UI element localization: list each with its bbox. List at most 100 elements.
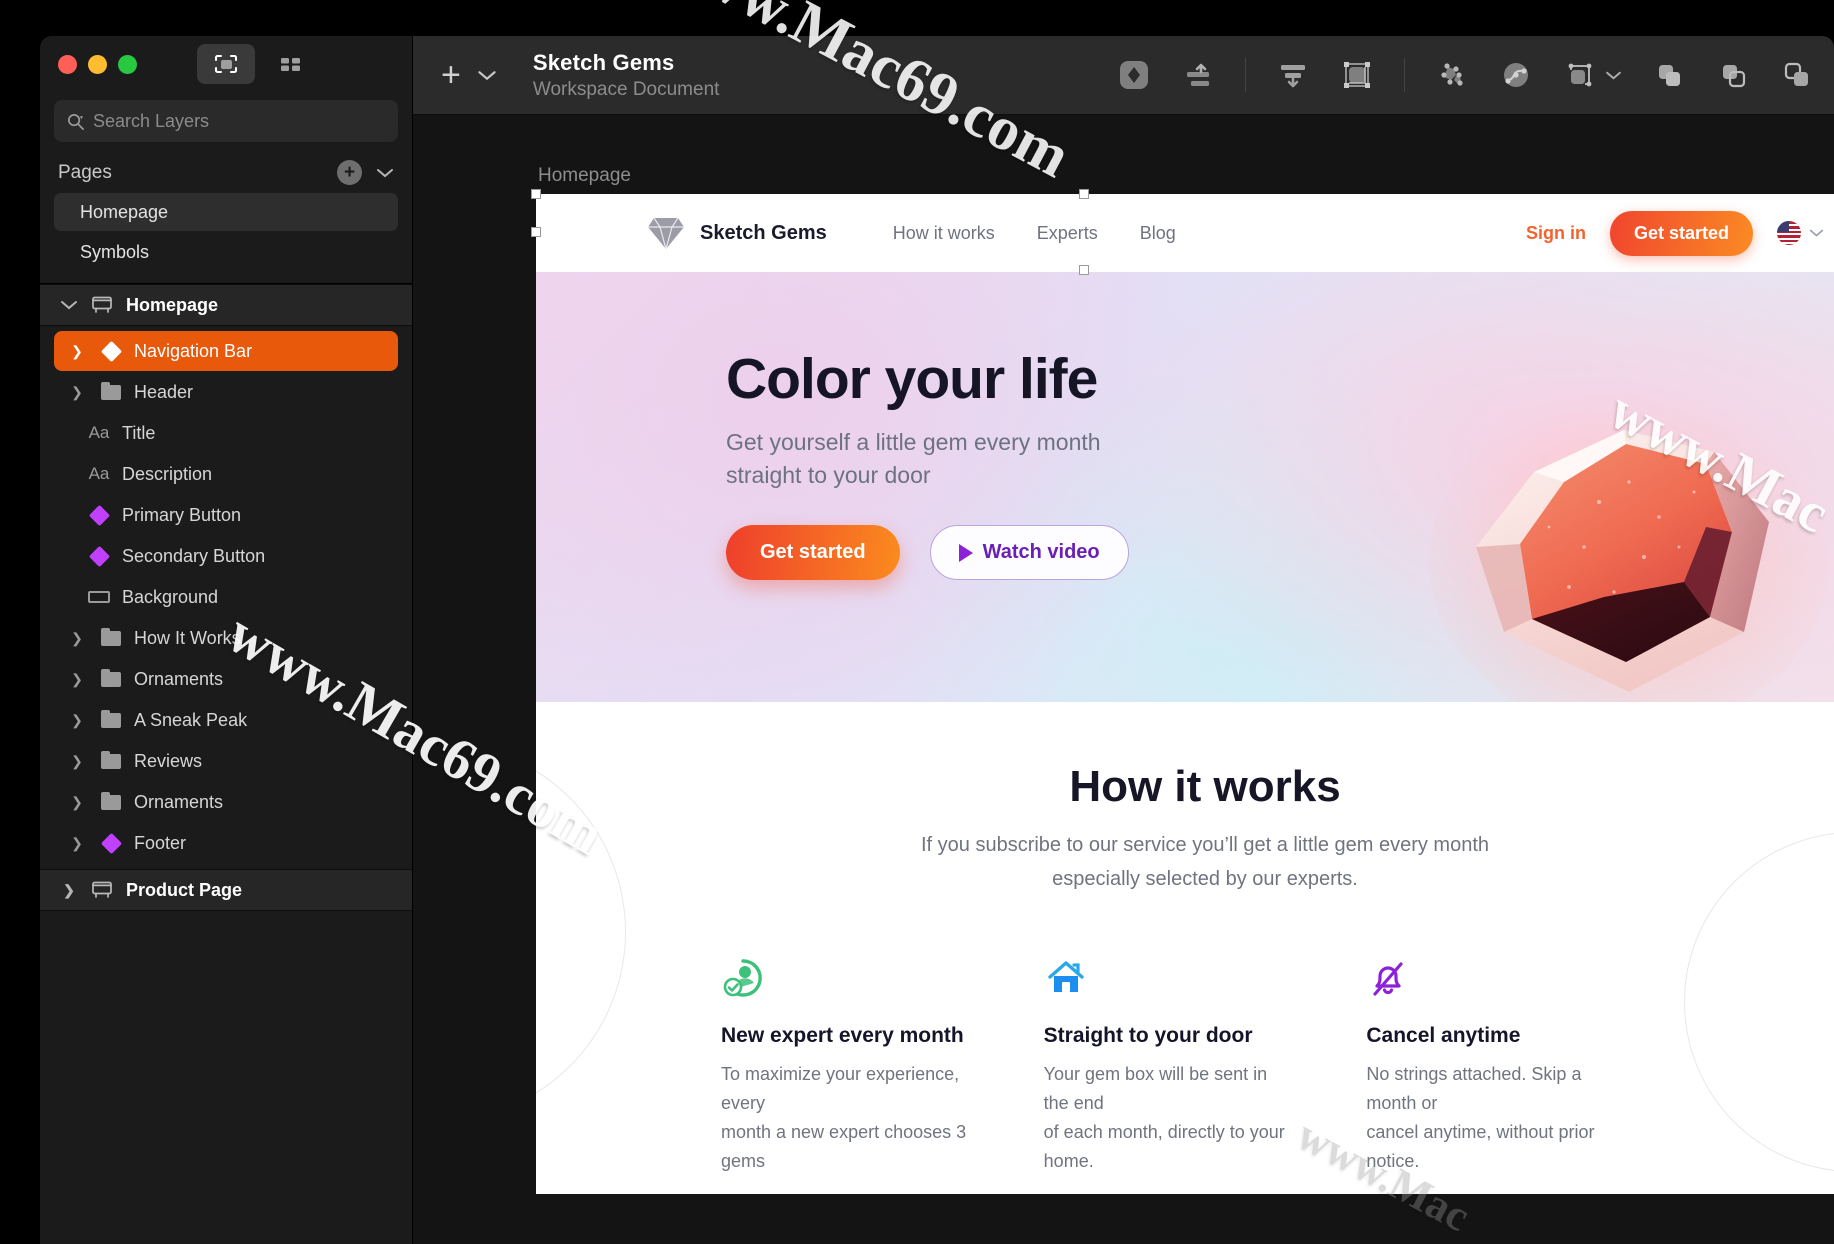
add-page-button[interactable]: + [337,160,362,185]
zoom-button-icon[interactable] [118,54,137,74]
layer-row-homepage-artboard[interactable]: Homepage [40,284,412,326]
folder-icon [98,750,124,769]
symbol-icon[interactable] [1117,58,1151,92]
selection-handle-top-left[interactable] [531,189,541,199]
layer-row-secondary-button[interactable]: Secondary Button [54,536,398,576]
watch-video-label: Watch video [982,541,1100,564]
close-button-icon[interactable] [58,54,77,74]
hero-buttons: Get started Watch video [726,525,1129,581]
nav-link-blog[interactable]: Blog [1140,223,1176,244]
union-icon[interactable] [1652,58,1686,92]
layer-row-reviews[interactable]: ❯ Reviews [54,741,398,781]
chevron-right-icon[interactable]: ❯ [66,835,88,852]
selection-handle-bottom-center[interactable] [1079,265,1089,275]
distribute-vertical-icon[interactable] [1276,58,1310,92]
chevron-right-icon[interactable]: ❯ [66,712,88,729]
chevron-down-icon[interactable] [477,69,497,82]
scale-icon[interactable] [1340,58,1374,92]
shape-icon[interactable] [1563,58,1622,92]
artboard-name-label[interactable]: Homepage [538,165,631,187]
artboard-homepage[interactable]: Sketch Gems How it works Experts Blog Si… [536,194,1834,1194]
layer-name: Product Page [126,879,243,900]
layer-row-a-sneak-peak[interactable]: ❯ A Sneak Peak [54,700,398,740]
layer-row-ornaments-2[interactable]: ❯ Ornaments [54,782,398,822]
selection-handle-mid-left[interactable] [531,227,541,237]
get-started-button[interactable]: Get started [1609,210,1753,256]
feature-body-line2: month a new expert chooses 3 gems [721,1122,967,1172]
us-flag-icon [1777,221,1801,245]
add-button[interactable]: + [441,58,461,92]
layer-row-header[interactable]: ❯ Header [54,372,398,412]
subtract-icon[interactable] [1716,58,1750,92]
page-item-label: Symbols [80,241,150,262]
traffic-lights[interactable] [58,54,137,74]
chevron-right-icon[interactable]: ❯ [66,671,88,688]
feature-list: New expert every month To maximize your … [536,896,1834,1177]
layer-row-footer[interactable]: ❯ Footer [54,823,398,863]
feature-title: New expert every month [721,1024,964,1047]
layer-row-product-page-artboard[interactable]: ❯ Product Page [40,869,412,911]
canvas-view-toggle[interactable] [197,44,255,84]
locale-selector[interactable] [1777,221,1824,245]
chevron-down-icon[interactable] [376,167,394,179]
page-item-homepage[interactable]: Homepage [54,193,398,231]
site-nav-actions: Sign in Get started [1526,210,1824,256]
layer-row-how-it-works[interactable]: ❯ How It Works [54,618,398,658]
chevron-down-icon[interactable]: ❯ [66,384,88,401]
flatten-icon[interactable] [1435,58,1469,92]
hero-watch-video-button[interactable]: Watch video [929,525,1129,581]
layer-list: ❯ Navigation Bar ❯ Header Aa Title Aa De… [40,326,412,863]
layer-name: How It Works [134,627,241,648]
site-nav-links: How it works Experts Blog [893,223,1176,244]
layer-row-background[interactable]: Background [54,577,398,617]
gem-logo-icon [648,217,684,250]
chevron-down-icon[interactable] [60,299,78,311]
selection-handle-top-center[interactable] [1079,189,1089,199]
feature-body-line1: Your gem box will be sent in the end [1043,1064,1268,1114]
sign-in-link[interactable]: Sign in [1526,223,1586,244]
view-toggle-group[interactable] [197,44,319,84]
canvas[interactable]: Homepage Sketch Gems How it works Expert… [413,115,1834,1244]
layer-row-title[interactable]: Aa Title [54,413,398,453]
main-area: + Sketch Gems Workspace Document Homepag… [413,36,1834,1244]
nav-link-how-it-works[interactable]: How it works [893,223,995,244]
layer-row-ornaments-1[interactable]: ❯ Ornaments [54,659,398,699]
toolbar-separator [1245,58,1246,92]
layer-name: A Sneak Peak [134,709,248,730]
feature-body: To maximize your experience, every month… [721,1060,974,1177]
layer-row-primary-button[interactable]: Primary Button [54,495,398,535]
play-icon [958,543,973,562]
align-vertical-icon[interactable] [1181,58,1215,92]
how-it-works-heading: How it works [1069,762,1341,811]
layer-name: Description [122,463,213,484]
minimize-button-icon[interactable] [88,54,107,74]
layer-row-description[interactable]: Aa Description [54,454,398,494]
layer-row-navigation-bar[interactable]: ❯ Navigation Bar [54,331,398,371]
vector-icon[interactable] [1499,58,1533,92]
search-input[interactable]: Search Layers [54,100,398,142]
chevron-right-icon[interactable]: ❯ [66,630,88,647]
chevron-down-icon[interactable] [1809,228,1824,238]
how-it-works-subtitle: If you subscribe to our service you’ll g… [536,828,1834,896]
folder-icon [98,381,124,400]
document-title-block[interactable]: Sketch Gems Workspace Document [533,50,720,101]
hero-get-started-button[interactable]: Get started [726,525,900,581]
chevron-right-icon[interactable]: ❯ [66,753,88,770]
page-item-symbols[interactable]: Symbols [54,233,398,271]
feature-body-line2: of each month, directly to your home. [1043,1122,1285,1172]
chevron-right-icon[interactable]: ❯ [66,343,88,360]
nav-link-experts[interactable]: Experts [1037,223,1098,244]
site-brand[interactable]: Sketch Gems [646,214,827,252]
symbol-icon [86,545,112,567]
text-icon: Aa [88,464,110,483]
grid-view-toggle[interactable] [261,44,319,84]
chevron-right-icon[interactable]: ❯ [66,794,88,811]
hero-subtitle: Get yourself a little gem every month st… [726,426,1129,491]
layer-name: Secondary Button [122,545,266,566]
how-it-works-sub-line1: If you subscribe to our service you’ll g… [920,834,1490,856]
layer-name: Ornaments [134,668,224,689]
chevron-right-icon[interactable]: ❯ [60,882,78,899]
intersect-icon[interactable] [1780,58,1814,92]
folder-icon [98,709,124,728]
insert-menu[interactable]: + [441,58,497,92]
